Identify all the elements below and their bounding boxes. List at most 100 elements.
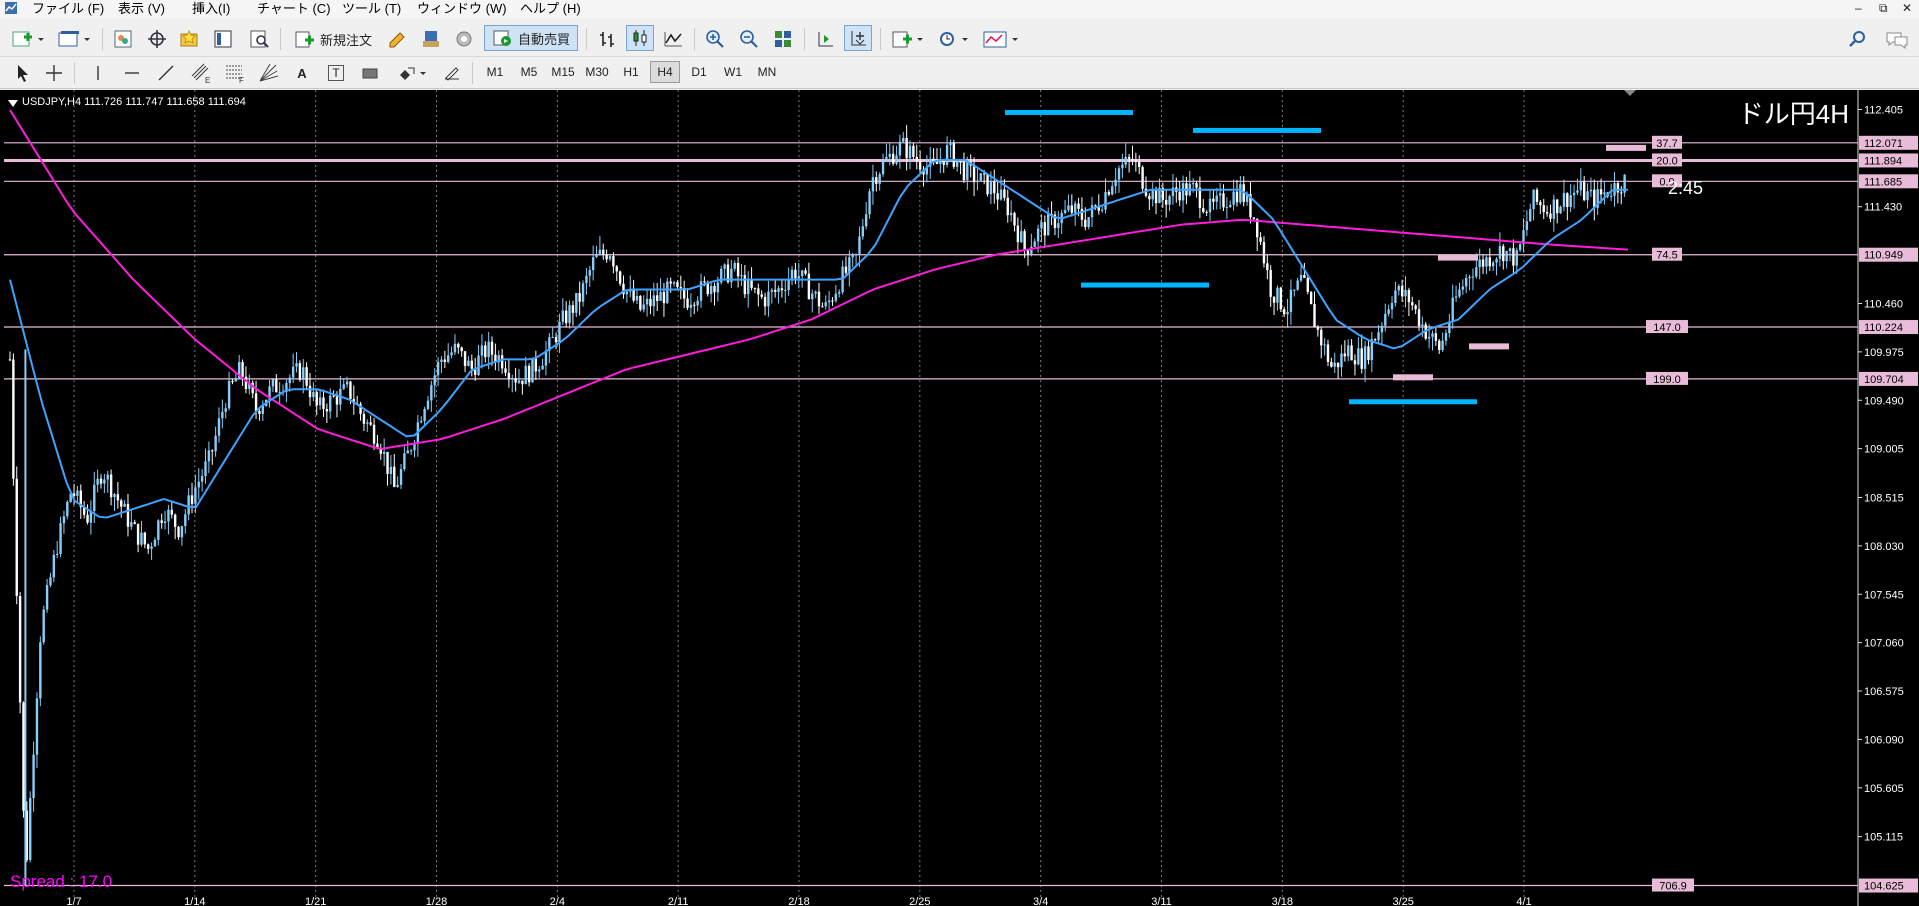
- x-tick-label: 3/25: [1392, 896, 1413, 906]
- metaeditor-icon[interactable]: [384, 26, 410, 52]
- new-order-button[interactable]: 新規注文: [288, 26, 378, 52]
- candle-body: [1336, 362, 1340, 368]
- menu-tools[interactable]: ツール (T): [342, 1, 401, 17]
- candle-body: [834, 293, 838, 301]
- app-icon[interactable]: [4, 1, 18, 19]
- timeframe-h1[interactable]: H1: [616, 61, 646, 83]
- candle-body: [581, 283, 585, 302]
- metaeditor2-icon[interactable]: [418, 26, 444, 52]
- arrows-icon[interactable]: [394, 60, 434, 86]
- navigator-icon[interactable]: [176, 26, 202, 52]
- candle-body: [22, 702, 25, 811]
- market-watch-icon[interactable]: [110, 26, 136, 52]
- candle-body: [1599, 189, 1603, 195]
- chat-icon[interactable]: [1882, 26, 1912, 52]
- candle-body: [945, 145, 949, 165]
- timeframe-m15[interactable]: M15: [548, 61, 578, 83]
- candle-body: [568, 305, 571, 324]
- chart-shift-icon[interactable]: [812, 26, 838, 52]
- y-tick-label: 105.115: [1864, 832, 1903, 844]
- crosshair-icon[interactable]: [42, 60, 66, 86]
- candle-body: [689, 304, 693, 308]
- candle-body: [1556, 199, 1559, 214]
- candle-body: [1569, 195, 1572, 207]
- x-tick-label: 2/4: [550, 896, 565, 906]
- timeframe-h4[interactable]: H4: [650, 61, 680, 83]
- candle-body: [1512, 248, 1515, 266]
- restore-button[interactable]: ⧉: [1879, 1, 1888, 15]
- candle-body: [1340, 353, 1343, 368]
- signals-icon[interactable]: [452, 26, 476, 52]
- timeframe-w1[interactable]: W1: [718, 61, 748, 83]
- rectangle-icon[interactable]: [358, 60, 382, 86]
- trendline-icon[interactable]: [154, 60, 178, 86]
- candle-body: [669, 281, 672, 284]
- y-tick-label: 109.490: [1864, 395, 1904, 407]
- support-resistance-marker: [1193, 127, 1321, 133]
- price-chart[interactable]: 1/7 1/14 1/21 1/28 2/4 2/11 2/18 2/25 3/4 3/11 3/1…: [0, 90, 1919, 906]
- y-tick-label: 107.060: [1864, 638, 1904, 650]
- vertical-line-icon[interactable]: [86, 60, 110, 86]
- candle-body: [315, 392, 318, 406]
- candle-body: [534, 358, 538, 372]
- strategy-tester-icon[interactable]: [246, 26, 272, 52]
- tile-windows-icon[interactable]: [770, 26, 796, 52]
- data-window-icon[interactable]: [144, 26, 170, 52]
- close-button[interactable]: ✕: [1902, 1, 1912, 15]
- timeframe-m1[interactable]: M1: [480, 61, 510, 83]
- candle-body: [1127, 157, 1131, 159]
- horizontal-line-icon[interactable]: [120, 60, 144, 86]
- timeframe-m30[interactable]: M30: [582, 61, 612, 83]
- candle-body: [763, 296, 767, 307]
- indicators-icon[interactable]: [888, 26, 928, 52]
- candle-body: [1387, 309, 1390, 314]
- terminal-icon[interactable]: [210, 26, 236, 52]
- candle-body: [1006, 197, 1009, 216]
- candle-body: [305, 367, 308, 386]
- text-label-icon[interactable]: A: [290, 60, 314, 86]
- timeframe-m5[interactable]: M5: [514, 61, 544, 83]
- templates-icon[interactable]: [980, 26, 1024, 52]
- menu-insert[interactable]: 挿入(I): [192, 1, 230, 17]
- menu-charts[interactable]: チャート (C): [257, 1, 331, 17]
- cursor-icon[interactable]: [10, 60, 34, 86]
- candle-body: [1451, 297, 1454, 322]
- equidistant-channel-icon[interactable]: E: [188, 60, 214, 86]
- menu-file[interactable]: ファイル (F): [32, 1, 104, 17]
- new-chart-icon[interactable]: [8, 26, 48, 52]
- chart-window[interactable]: 1/7 1/14 1/21 1/28 2/4 2/11 2/18 2/25 3/4 3/11 3/1…: [0, 90, 1919, 906]
- gann-fan-icon[interactable]: [256, 60, 282, 86]
- candle-body: [807, 273, 811, 300]
- text-icon[interactable]: T: [324, 60, 348, 86]
- candle-body: [942, 160, 945, 165]
- autoscroll-icon[interactable]: [844, 25, 872, 51]
- search-icon[interactable]: [1846, 26, 1870, 52]
- candle-body: [52, 554, 56, 578]
- candle-body: [696, 300, 699, 306]
- chart-menu-triangle-icon[interactable]: [8, 100, 18, 107]
- fibonacci-icon[interactable]: F: [222, 60, 248, 86]
- more-tools-icon[interactable]: [440, 60, 464, 86]
- candle-body: [211, 450, 214, 452]
- bar-chart-icon[interactable]: [594, 26, 620, 52]
- auto-trading-button[interactable]: 自動売買: [484, 25, 578, 51]
- periods-icon[interactable]: [934, 26, 974, 52]
- menu-window[interactable]: ウィンドウ (W): [417, 1, 507, 17]
- profiles-icon[interactable]: [54, 26, 94, 52]
- zoom-out-icon[interactable]: [736, 26, 762, 52]
- minimize-button[interactable]: –: [1855, 1, 1862, 15]
- candle-body: [1218, 193, 1222, 196]
- candle-body: [1380, 325, 1384, 333]
- candle-body: [649, 298, 652, 307]
- candle-body: [1205, 211, 1208, 213]
- zoom-in-icon[interactable]: [702, 26, 728, 52]
- candlestick-icon[interactable]: [626, 25, 654, 51]
- menu-help[interactable]: ヘルプ (H): [520, 1, 581, 17]
- drawing-toolbar: E F A T M1 M5 M15 M30 H1 H4 D1 W1 MN: [0, 58, 1919, 89]
- candle-body: [770, 289, 774, 292]
- menu-view[interactable]: 表示 (V): [118, 1, 165, 17]
- candle-body: [1323, 344, 1326, 346]
- line-chart-icon[interactable]: [660, 26, 686, 52]
- timeframe-d1[interactable]: D1: [684, 61, 714, 83]
- timeframe-mn[interactable]: MN: [752, 61, 782, 83]
